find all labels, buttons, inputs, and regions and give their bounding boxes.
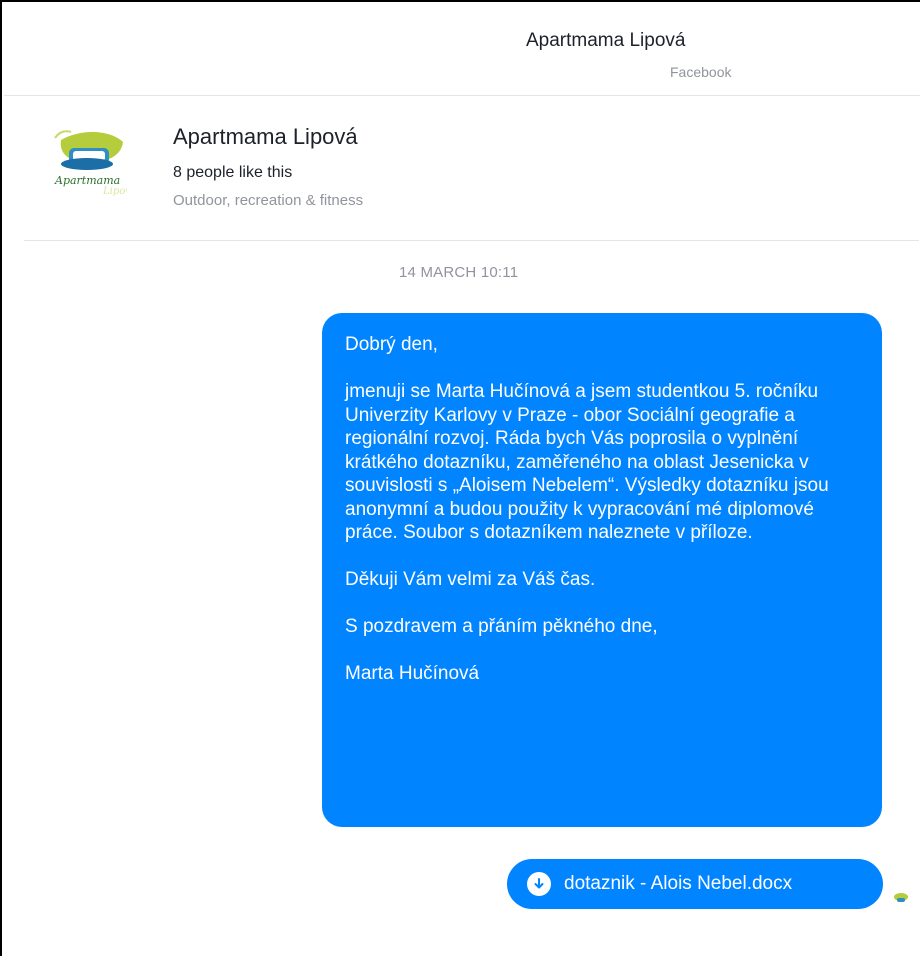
- page-name[interactable]: Apartmama Lipová: [173, 124, 358, 150]
- message-paragraph: Marta Hučínová: [345, 663, 480, 684]
- attachment-filename: dotaznik - Alois Nebel.docx: [564, 873, 793, 894]
- page-likes: 8 people like this: [173, 164, 293, 181]
- header-title[interactable]: Apartmama Lipová: [4, 30, 920, 52]
- message-paragraph: Děkuji Vám velmi za Váš čas.: [345, 569, 596, 590]
- message-paragraph: Dobrý den,: [345, 334, 438, 355]
- conversation-header: Apartmama Lipová Facebook: [4, 4, 920, 96]
- messenger-window: Apartmama Lipová Facebook Apartmama Lipo…: [0, 0, 920, 956]
- header-subtitle: Facebook: [670, 64, 732, 80]
- message-paragraph: jmenuji se Marta Hučínová a jsem student…: [345, 381, 829, 543]
- page-category: Outdoor, recreation & fitness: [173, 192, 364, 209]
- svg-text:Lipová: Lipová: [102, 186, 127, 197]
- file-attachment-button[interactable]: dotaznik - Alois Nebel.docx: [507, 859, 883, 909]
- page-logo-icon[interactable]: Apartmama Lipová: [51, 124, 137, 200]
- page-profile-card: Apartmama Lipová Apartmama Lipová 8 peop…: [24, 96, 919, 241]
- message-timestamp: 14 MARCH 10:11: [399, 264, 519, 281]
- sent-message-bubble[interactable]: Dobrý den, jmenuji se Marta Hučínová a j…: [322, 313, 882, 827]
- message-paragraph: S pozdravem a přáním pěkného dne,: [345, 616, 658, 637]
- download-icon: [527, 872, 551, 896]
- seen-avatar-icon: [893, 891, 909, 907]
